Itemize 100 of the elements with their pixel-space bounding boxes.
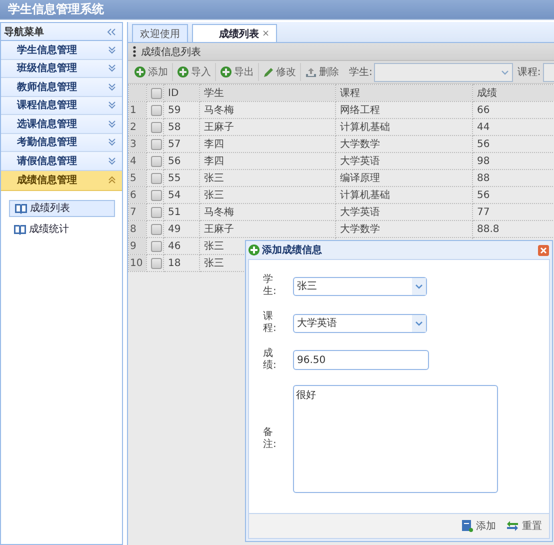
checkbox[interactable] [151, 156, 162, 166]
chevron-down-icon [415, 284, 423, 288]
table-cell: 马冬梅 [200, 102, 336, 118]
checkbox[interactable] [151, 138, 162, 150]
plus-icon [248, 244, 260, 256]
table-cell: 张三 [200, 170, 336, 186]
accordion-label: 考勤信息管理 [17, 136, 77, 150]
sidebar-title: 导航菜单 [4, 25, 44, 38]
double-chevron-down-icon [108, 64, 116, 72]
text-area[interactable]: 很好 [293, 385, 498, 493]
accordion-header[interactable]: 教师信息管理 [1, 78, 122, 96]
row-number: 5 [128, 170, 146, 186]
menu-item[interactable]: 成绩列表 [9, 200, 115, 216]
collapse-icon [107, 28, 116, 36]
toolbar-button[interactable]: 导入 [173, 63, 216, 81]
input-field[interactable]: 96.50 [293, 350, 429, 370]
accordion-label: 班级信息管理 [17, 62, 77, 76]
dialog-button[interactable]: 添加 [459, 519, 499, 533]
row-number: 9 [128, 238, 146, 254]
accordion-label: 课程信息管理 [17, 98, 77, 112]
checkbox[interactable] [151, 172, 162, 184]
toolbar-button[interactable]: 删除 [301, 63, 343, 81]
toolbar-button[interactable]: 修改 [259, 63, 301, 81]
checkbox[interactable] [151, 224, 162, 234]
checkbox[interactable] [151, 206, 162, 218]
checkbox[interactable] [151, 88, 162, 98]
accordion-label: 学生信息管理 [17, 44, 77, 57]
dropdown-field[interactable]: 张三 [293, 276, 427, 296]
close-icon [538, 244, 549, 256]
accordion-header[interactable]: 选课信息管理 [1, 115, 122, 134]
checkbox[interactable] [151, 190, 162, 200]
chevron-down-icon [501, 70, 510, 74]
tab[interactable]: 成绩列表 × [192, 24, 277, 42]
column-header[interactable]: 课程 [336, 84, 472, 102]
table-cell: 李四 [200, 136, 336, 152]
table-cell: 18 [164, 254, 200, 272]
table-cell: 大学数学 [336, 220, 472, 238]
plus-icon [177, 66, 189, 78]
table-cell: 56 [164, 152, 200, 170]
menu-item[interactable]: 成绩统计 [9, 222, 115, 236]
accordion-label: 请假信息管理 [17, 154, 77, 168]
field-label: 课程: [263, 311, 278, 335]
double-chevron-down-icon [108, 138, 116, 146]
table-cell: 58 [164, 118, 200, 136]
table-cell: 51 [164, 204, 200, 220]
accordion-header[interactable]: 考勤信息管理 [1, 134, 122, 152]
table-cell: 计算机基础 [336, 118, 472, 136]
table-cell: 网络工程 [336, 102, 472, 118]
column-header[interactable]: 成绩 [472, 84, 554, 102]
checkbox[interactable] [151, 122, 162, 132]
table-cell: 大学英语 [336, 204, 472, 220]
table-cell: 49 [164, 220, 200, 238]
accordion-header[interactable]: 班级信息管理 [1, 60, 122, 78]
column-header[interactable]: 学生 [200, 84, 336, 102]
tab[interactable]: 欢迎使用 [132, 24, 188, 42]
table-cell: 张三 [200, 186, 336, 204]
row-number: 7 [128, 204, 146, 220]
filter-label: 学生: [349, 66, 372, 79]
column-header[interactable]: ID [164, 84, 200, 102]
double-chevron-down-icon [108, 46, 116, 54]
plus-icon [134, 66, 146, 78]
table-cell: 大学英语 [336, 152, 472, 170]
document-icon [462, 520, 473, 532]
dialog-title: 添加成绩信息 [262, 244, 323, 257]
double-chevron-down-icon [108, 156, 116, 165]
close-icon[interactable]: × [262, 28, 270, 38]
book-icon [13, 224, 27, 234]
row-number: 1 [128, 102, 146, 118]
toolbar-button[interactable]: 导出 [216, 63, 259, 81]
accordion-header[interactable]: 学生信息管理 [1, 41, 122, 60]
accordion-label: 选课信息管理 [17, 118, 77, 131]
checkbox[interactable] [151, 258, 162, 268]
row-number: 10 [128, 254, 146, 272]
row-number: 2 [128, 118, 146, 136]
row-number: 6 [128, 186, 146, 204]
field-label: 备注: [263, 427, 278, 451]
table-cell: 54 [164, 186, 200, 204]
filter-label: 课程: [517, 66, 541, 79]
table-cell: 编译原理 [336, 170, 472, 186]
checkbox[interactable] [151, 240, 162, 252]
accordion-header[interactable]: 请假信息管理 [1, 152, 122, 170]
checkbox[interactable] [151, 104, 162, 116]
field-label: 学生: [263, 274, 278, 298]
dialog-button[interactable]: 重置 [503, 519, 545, 533]
dropdown-field[interactable]: 大学英语 [293, 314, 427, 332]
arrows-icon [506, 521, 519, 531]
tray-icon [305, 66, 317, 78]
toolbar-button[interactable]: 添加 [130, 63, 173, 81]
grip-icon [133, 46, 136, 57]
table-cell: 55 [164, 170, 200, 186]
accordion-header[interactable]: 课程信息管理 [1, 96, 122, 115]
row-number: 8 [128, 220, 146, 238]
row-number: 4 [128, 152, 146, 170]
book-icon [14, 202, 28, 214]
accordion-label: 成绩信息管理 [17, 174, 77, 187]
table-cell: 王麻子 [200, 118, 336, 136]
accordion-header[interactable]: 成绩信息管理 [1, 170, 122, 190]
table-cell: 马冬梅 [200, 204, 336, 220]
table-cell: 计算机基础 [336, 186, 472, 204]
filter-dropdown[interactable] [374, 62, 514, 82]
